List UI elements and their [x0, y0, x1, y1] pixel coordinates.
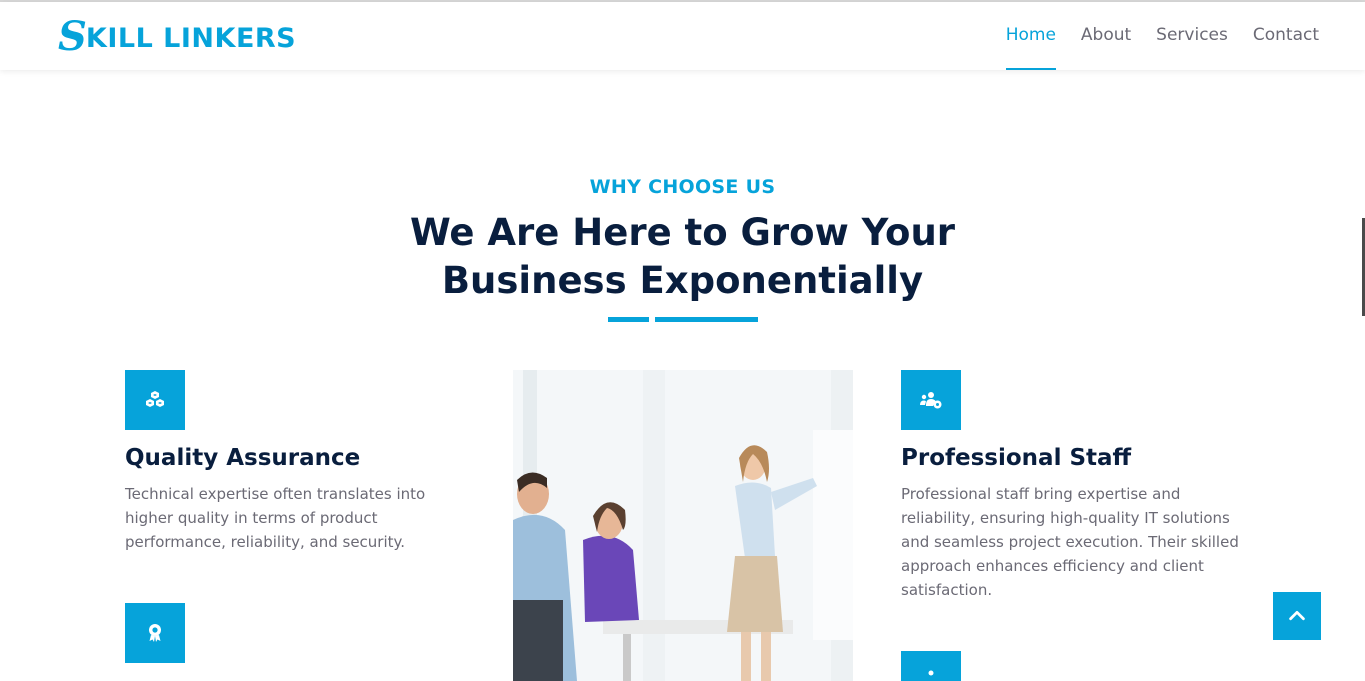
quality-feature-text: Technical expertise often translates int…	[125, 485, 426, 551]
navbar: S KILL LINKERS Home About Services Conta…	[0, 2, 1365, 70]
staff-feature-icon-box	[901, 370, 961, 430]
logo-text: KILL LINKERS	[85, 22, 297, 54]
meeting-illustration	[513, 370, 853, 681]
section-headline: We Are Here to Grow Your Business Expone…	[0, 209, 1365, 305]
chevron-up-icon	[1289, 610, 1305, 621]
brand-logo[interactable]: S KILL LINKERS	[58, 14, 296, 60]
business-meeting-image	[513, 370, 853, 681]
nav-contact[interactable]: Contact	[1253, 2, 1319, 70]
main-nav: Home About Services Contact	[981, 2, 1319, 70]
phone-icon	[928, 670, 934, 676]
award-feature-icon-box	[125, 603, 185, 663]
back-to-top-button[interactable]	[1273, 592, 1321, 640]
phone-feature-icon-box	[901, 651, 961, 681]
nav-services[interactable]: Services	[1156, 2, 1228, 70]
users-gear-icon	[920, 392, 942, 409]
quality-feature-title: Quality Assurance	[125, 445, 361, 471]
headline-divider-long	[655, 317, 758, 322]
award-icon	[149, 624, 161, 642]
quality-feature-icon-box	[125, 370, 185, 430]
headline-line-1: We Are Here to Grow Your	[409, 211, 956, 254]
staff-feature-text: Professional staff bring expertise and r…	[901, 485, 1239, 599]
section-eyebrow: WHY CHOOSE US	[589, 176, 776, 198]
staff-feature-title: Professional Staff	[901, 445, 1132, 471]
headline-divider-short	[608, 317, 649, 322]
nav-home[interactable]: Home	[1005, 2, 1057, 70]
logo-initial: S	[58, 13, 87, 60]
headline-line-2: Business Exponentially	[441, 259, 924, 302]
nav-about[interactable]: About	[1081, 2, 1131, 70]
cubes-icon	[146, 391, 164, 407]
